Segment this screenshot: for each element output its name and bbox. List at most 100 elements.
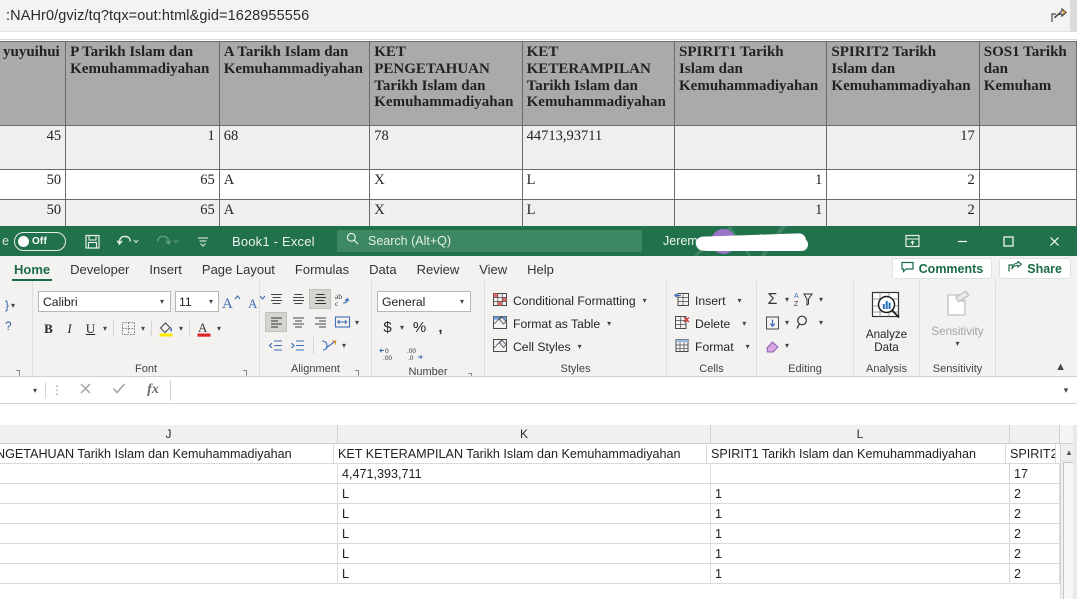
align-bottom-icon[interactable]	[309, 289, 331, 309]
cell-L[interactable]	[711, 464, 1010, 483]
font-name-combobox[interactable]: Calibri ▾	[38, 291, 171, 312]
cell-J[interactable]	[0, 504, 338, 523]
cell-M[interactable]: 2	[1010, 564, 1060, 583]
cell-L[interactable]: SPIRIT1 Tarikh Islam dan Kemuhammadiyaha…	[707, 444, 1006, 463]
tab-home[interactable]: Home	[4, 260, 60, 281]
find-and-select-icon[interactable]	[791, 312, 817, 333]
analyze-data-button[interactable]: Analyze Data	[859, 289, 914, 354]
url-text[interactable]: :NAHr0/gviz/tq?tqx=out:html&gid=16289555…	[0, 8, 309, 24]
align-center-icon[interactable]	[287, 312, 309, 332]
cell-M[interactable]: 2	[1010, 504, 1060, 523]
cell-K[interactable]: L	[338, 524, 711, 543]
chevron-down-icon[interactable]: ▾	[783, 295, 791, 304]
autosave-toggle[interactable]: Off	[13, 231, 66, 251]
close-icon[interactable]	[1031, 226, 1077, 256]
cell-K[interactable]: KET KETERAMPILAN Tarikh Islam dan Kemuha…	[334, 444, 707, 463]
decrease-decimal-icon[interactable]: .00 .0	[403, 343, 429, 364]
cell-J[interactable]	[0, 484, 338, 503]
chevron-down-icon[interactable]: ▾	[735, 296, 743, 305]
chevron-down-icon[interactable]: ▾	[783, 341, 791, 350]
delete-cells-button[interactable]: Delete ▾	[672, 312, 748, 335]
column-header-J[interactable]: J	[0, 425, 338, 443]
chevron-down-icon[interactable]: ▾	[817, 318, 825, 327]
number-dialog-launcher-icon[interactable]: ┐	[466, 368, 477, 376]
fill-icon[interactable]	[762, 312, 783, 333]
chevron-down-icon[interactable]: ▾	[215, 324, 223, 333]
minimize-icon[interactable]	[939, 226, 985, 256]
align-left-icon[interactable]	[265, 312, 287, 332]
cell-M[interactable]: 2	[1010, 544, 1060, 563]
collapse-ribbon-icon[interactable]: ▲	[1055, 359, 1066, 375]
clear-icon[interactable]	[762, 335, 783, 356]
chevron-down-icon[interactable]: ▾	[207, 297, 215, 306]
share-button[interactable]: Share	[999, 258, 1071, 279]
tab-developer[interactable]: Developer	[60, 260, 139, 281]
tab-insert[interactable]: Insert	[139, 260, 192, 281]
cell-L[interactable]: 1	[711, 544, 1010, 563]
decrease-indent-icon[interactable]	[265, 335, 287, 355]
chevron-down-icon[interactable]: ▾	[398, 323, 406, 332]
chevron-down-icon[interactable]: ▾	[101, 324, 109, 333]
cell-L[interactable]: 1	[711, 504, 1010, 523]
conditional-formatting-button[interactable]: Conditional Formatting ▾	[490, 289, 649, 312]
grow-font-icon[interactable]: A	[219, 291, 245, 312]
chevron-down-icon[interactable]: ▾	[817, 295, 825, 304]
cell-styles-button[interactable]: Cell Styles ▾	[490, 335, 584, 358]
bold-button[interactable]: B	[38, 318, 59, 339]
cell-J[interactable]	[0, 464, 338, 483]
format-painter-row[interactable]: ?	[5, 319, 12, 333]
column-header-K[interactable]: K	[338, 425, 711, 443]
chevron-down-icon[interactable]: ▾	[139, 324, 147, 333]
browser-scrollbar-edge[interactable]	[1070, 0, 1077, 32]
chevron-down-icon[interactable]: ▾	[744, 342, 752, 351]
wrap-text-icon[interactable]	[331, 312, 353, 332]
merge-and-center-icon[interactable]	[318, 335, 340, 355]
enter-icon[interactable]	[102, 381, 136, 399]
cell-L[interactable]: 1	[711, 524, 1010, 543]
formula-bar-drag-handle[interactable]: ⋮	[46, 383, 68, 397]
tab-data[interactable]: Data	[359, 260, 406, 281]
cell-K[interactable]: L	[338, 484, 711, 503]
font-size-combobox[interactable]: 11 ▾	[175, 291, 219, 312]
chevron-down-icon[interactable]: ▾	[740, 319, 748, 328]
format-as-table-button[interactable]: Format as Table ▾	[490, 312, 613, 335]
chevron-down-icon[interactable]: ▾	[953, 339, 961, 348]
clipboard-dialog-launcher-icon[interactable]: ┐	[14, 365, 25, 376]
fill-color-icon[interactable]	[156, 318, 177, 339]
comments-button[interactable]: Comments	[891, 258, 993, 279]
autosum-icon[interactable]: Σ	[762, 289, 783, 310]
cell-J[interactable]: NGETAHUAN Tarikh Islam dan Kemuhammadiya…	[0, 444, 334, 463]
undo-icon[interactable]	[108, 228, 148, 254]
paste-options-row[interactable]: } ▾	[5, 298, 17, 312]
cell-J[interactable]	[0, 544, 338, 563]
cell-K[interactable]: L	[338, 544, 711, 563]
cell-K[interactable]: L	[338, 504, 711, 523]
cancel-icon[interactable]	[68, 381, 102, 399]
redo-icon[interactable]	[148, 228, 188, 254]
cell-J[interactable]	[0, 524, 338, 543]
tab-formulas[interactable]: Formulas	[285, 260, 359, 281]
maximize-icon[interactable]	[985, 226, 1031, 256]
percent-style-icon[interactable]: %	[409, 317, 430, 338]
tab-review[interactable]: Review	[407, 260, 470, 281]
align-top-icon[interactable]	[265, 289, 287, 309]
insert-cells-button[interactable]: Insert ▾	[672, 289, 744, 312]
tab-help[interactable]: Help	[517, 260, 564, 281]
share-arrow-icon[interactable]	[1045, 4, 1071, 28]
chevron-down-icon[interactable]: ▾	[605, 319, 613, 328]
italic-button[interactable]: I	[59, 318, 80, 339]
cell-M[interactable]: 2	[1010, 524, 1060, 543]
search-input[interactable]: Search (Alt+Q)	[337, 230, 642, 252]
formula-input[interactable]	[170, 379, 1055, 401]
accounting-number-format-icon[interactable]: $	[377, 317, 398, 338]
sort-and-filter-icon[interactable]: A Z	[791, 289, 817, 310]
cell-K[interactable]: 4,471,393,711	[338, 464, 711, 483]
chevron-down-icon[interactable]: ▾	[9, 301, 17, 310]
increase-indent-icon[interactable]	[287, 335, 309, 355]
column-header-next[interactable]	[1010, 425, 1060, 443]
file-tab-remnant[interactable]: e	[0, 234, 9, 248]
format-cells-button[interactable]: Format ▾	[672, 335, 752, 358]
chevron-down-icon[interactable]: ▾	[458, 297, 466, 306]
increase-decimal-icon[interactable]: 0 .00	[377, 343, 403, 364]
cell-M[interactable]: SPIRIT2	[1006, 444, 1056, 463]
